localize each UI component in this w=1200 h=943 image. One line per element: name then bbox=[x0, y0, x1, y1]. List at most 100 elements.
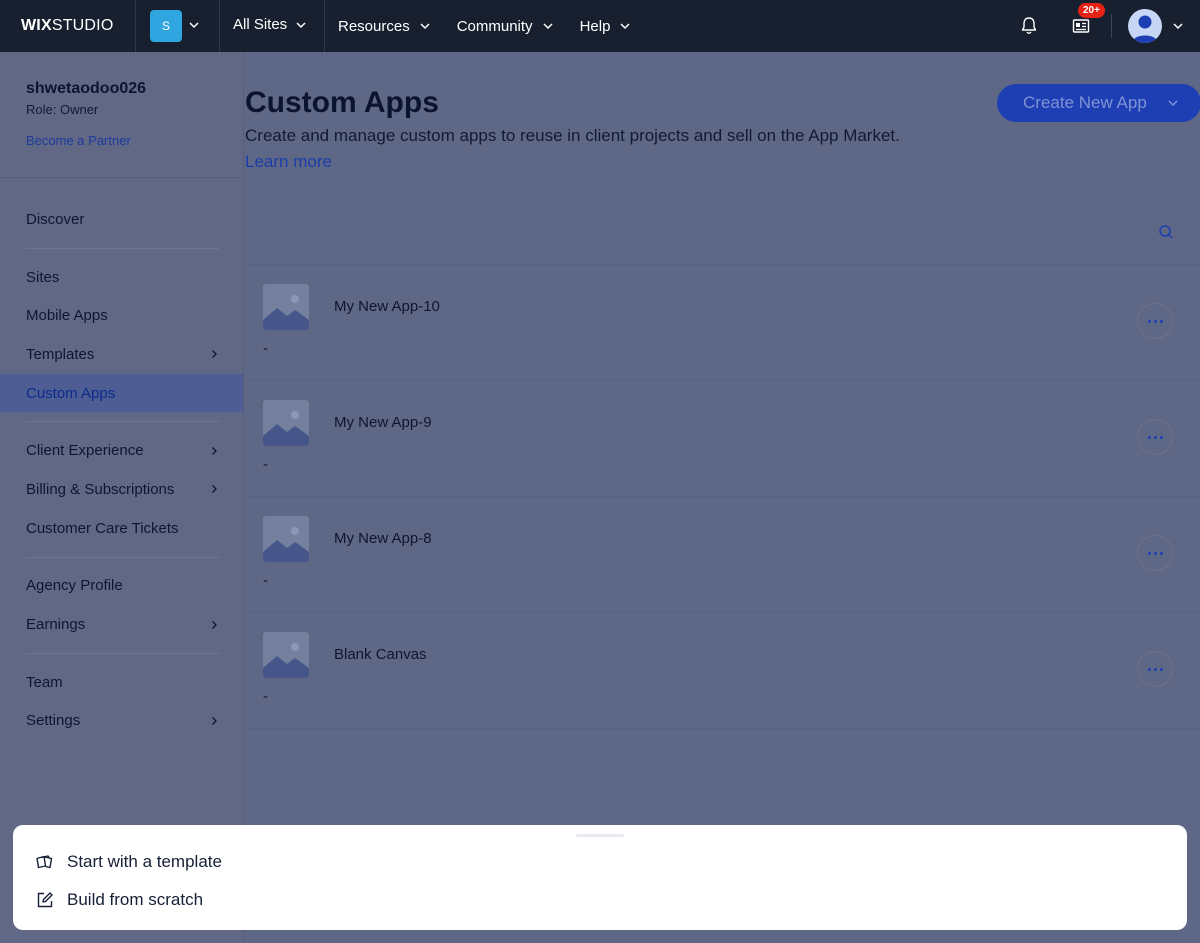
sidebar-item-agency-profile[interactable]: Agency Profile bbox=[0, 567, 243, 606]
more-dots-icon bbox=[1147, 319, 1163, 323]
chevron-down-icon bbox=[620, 23, 630, 30]
sidebar-item-label: Customer Care Tickets bbox=[26, 519, 179, 537]
sidebar-item-label: Earnings bbox=[26, 616, 86, 634]
create-new-app-label: Create New App bbox=[1023, 93, 1147, 112]
app-list: My New App-10 - My New App-9 - My New App-8 -… bbox=[245, 264, 1200, 729]
avatar bbox=[1128, 9, 1162, 43]
chevron-down-icon bbox=[420, 23, 430, 30]
more-dots-icon bbox=[1147, 551, 1163, 555]
app-row[interactable]: My New App-8 - bbox=[245, 497, 1200, 613]
chevron-down-icon bbox=[1173, 23, 1183, 30]
sidebar-item-sites[interactable]: Sites bbox=[0, 258, 243, 297]
sidebar-item-team[interactable]: Team bbox=[0, 663, 243, 702]
app-name[interactable]: My New App-8 bbox=[334, 530, 432, 547]
sidebar-item-billing-and-subscriptions[interactable]: Billing & Subscriptions bbox=[0, 470, 243, 509]
username: shwetaodoo026 bbox=[26, 80, 147, 97]
app-thumbnail-image-icon bbox=[263, 284, 309, 330]
nav-community-label: Community bbox=[456, 17, 533, 35]
search-icon[interactable] bbox=[1158, 224, 1174, 245]
sidebar-divider bbox=[26, 247, 219, 249]
app-name[interactable]: My New App-9 bbox=[334, 414, 432, 431]
sidebar-item-templates[interactable]: Templates bbox=[0, 335, 243, 374]
chevron-right-icon bbox=[212, 620, 217, 629]
nav-help-label: Help bbox=[579, 17, 611, 35]
page-title: Custom Apps bbox=[245, 86, 439, 119]
sidebar-item-client-experience[interactable]: Client Experience bbox=[0, 431, 243, 470]
chevron-right-icon bbox=[212, 350, 217, 359]
app-subtitle: - bbox=[263, 340, 268, 357]
divider bbox=[219, 0, 220, 52]
more-dots-icon bbox=[1147, 667, 1163, 671]
build-from-scratch-label: Build from scratch bbox=[67, 890, 204, 909]
sheet-drag-handle[interactable] bbox=[576, 834, 624, 837]
build-from-scratch-option[interactable]: Build from scratch bbox=[35, 890, 203, 910]
top-right-actions: 20+ bbox=[1017, 0, 1184, 52]
app-row[interactable]: My New App-10 - bbox=[245, 265, 1200, 381]
top-bar: WIXSTUDIO S All Sites Resources Communit… bbox=[0, 0, 1200, 52]
sidebar-item-label: Sites bbox=[26, 268, 60, 286]
account-info: shwetaodoo026 Role: Owner Become a Partn… bbox=[0, 52, 243, 178]
all-sites-label: All Sites bbox=[233, 16, 288, 33]
sidebar-divider bbox=[26, 652, 219, 654]
app-row[interactable]: Blank Canvas - bbox=[245, 613, 1200, 729]
app-subtitle: - bbox=[263, 688, 268, 705]
app-thumbnail-image-icon bbox=[263, 632, 309, 678]
sidebar-item-label: Client Experience bbox=[26, 442, 144, 460]
chevron-right-icon bbox=[212, 485, 217, 494]
sidebar-item-label: Mobile Apps bbox=[26, 307, 108, 325]
app-subtitle: - bbox=[263, 572, 268, 589]
nav-resources-label: Resources bbox=[338, 17, 410, 35]
chevron-down-icon[interactable] bbox=[188, 19, 200, 31]
sidebar-item-label: Team bbox=[26, 673, 63, 691]
main-content: Custom Apps Create and manage custom app… bbox=[245, 52, 1200, 943]
chevron-right-icon bbox=[212, 446, 217, 455]
sidebar-item-custom-apps[interactable]: Custom Apps bbox=[0, 373, 243, 413]
more-actions-button[interactable] bbox=[1137, 535, 1173, 571]
app-thumbnail-image-icon bbox=[263, 516, 309, 562]
sidebar-item-mobile-apps[interactable]: Mobile Apps bbox=[0, 296, 243, 335]
edit-icon bbox=[37, 892, 53, 908]
user-icon bbox=[1132, 15, 1158, 43]
sidebar-divider bbox=[26, 556, 219, 558]
nav-help[interactable]: Help bbox=[567, 0, 645, 52]
news-icon[interactable]: 20+ bbox=[1069, 2, 1106, 38]
create-new-app-button[interactable]: Create New App bbox=[997, 84, 1200, 122]
more-dots-icon bbox=[1147, 435, 1163, 439]
sidebar-item-label: Discover bbox=[26, 210, 85, 228]
app-row[interactable]: My New App-9 - bbox=[245, 381, 1200, 497]
all-sites-menu[interactable]: All Sites bbox=[233, 16, 307, 33]
logo-wix: WIX bbox=[21, 17, 52, 34]
sidebar-item-label: Settings bbox=[26, 712, 81, 730]
chevron-down-icon bbox=[543, 23, 553, 30]
sidebar-item-discover[interactable]: Discover bbox=[0, 200, 243, 239]
start-with-template-label: Start with a template bbox=[67, 852, 222, 871]
sidebar-item-earnings[interactable]: Earnings bbox=[0, 605, 243, 644]
nav-resources[interactable]: Resources bbox=[325, 0, 444, 52]
app-name[interactable]: Blank Canvas bbox=[334, 646, 427, 663]
chevron-down-icon bbox=[1168, 100, 1178, 107]
app-subtitle: - bbox=[263, 456, 268, 473]
sidebar-item-settings[interactable]: Settings bbox=[0, 702, 243, 741]
bell-icon[interactable] bbox=[1017, 14, 1041, 38]
nav-community[interactable]: Community bbox=[444, 0, 567, 52]
app-thumbnail-image-icon bbox=[263, 400, 309, 446]
wix-studio-logo[interactable]: WIXSTUDIO bbox=[0, 17, 135, 35]
sidebar-item-customer-care-tickets[interactable]: Customer Care Tickets bbox=[0, 509, 243, 548]
chevron-down-icon bbox=[296, 21, 306, 28]
site-switcher: S All Sites bbox=[135, 0, 325, 52]
chevron-right-icon bbox=[212, 716, 217, 725]
become-partner-link[interactable]: Become a Partner bbox=[26, 133, 243, 148]
more-actions-button[interactable] bbox=[1137, 303, 1173, 339]
start-with-template-option[interactable]: Start with a template bbox=[35, 852, 222, 872]
logo-studio: STUDIO bbox=[51, 17, 114, 34]
app-name[interactable]: My New App-10 bbox=[334, 298, 440, 315]
site-avatar-button[interactable]: S bbox=[150, 10, 182, 42]
user-role: Role: Owner bbox=[26, 102, 99, 117]
account-menu[interactable] bbox=[1128, 9, 1184, 43]
sidebar-item-label: Custom Apps bbox=[26, 384, 116, 402]
more-actions-button[interactable] bbox=[1137, 419, 1173, 455]
more-actions-button[interactable] bbox=[1137, 651, 1173, 687]
learn-more-link[interactable]: Learn more bbox=[245, 152, 332, 172]
divider bbox=[1111, 14, 1112, 38]
sidebar-nav: Discover Sites Mobile Apps Templates Custom … bbox=[0, 178, 243, 740]
